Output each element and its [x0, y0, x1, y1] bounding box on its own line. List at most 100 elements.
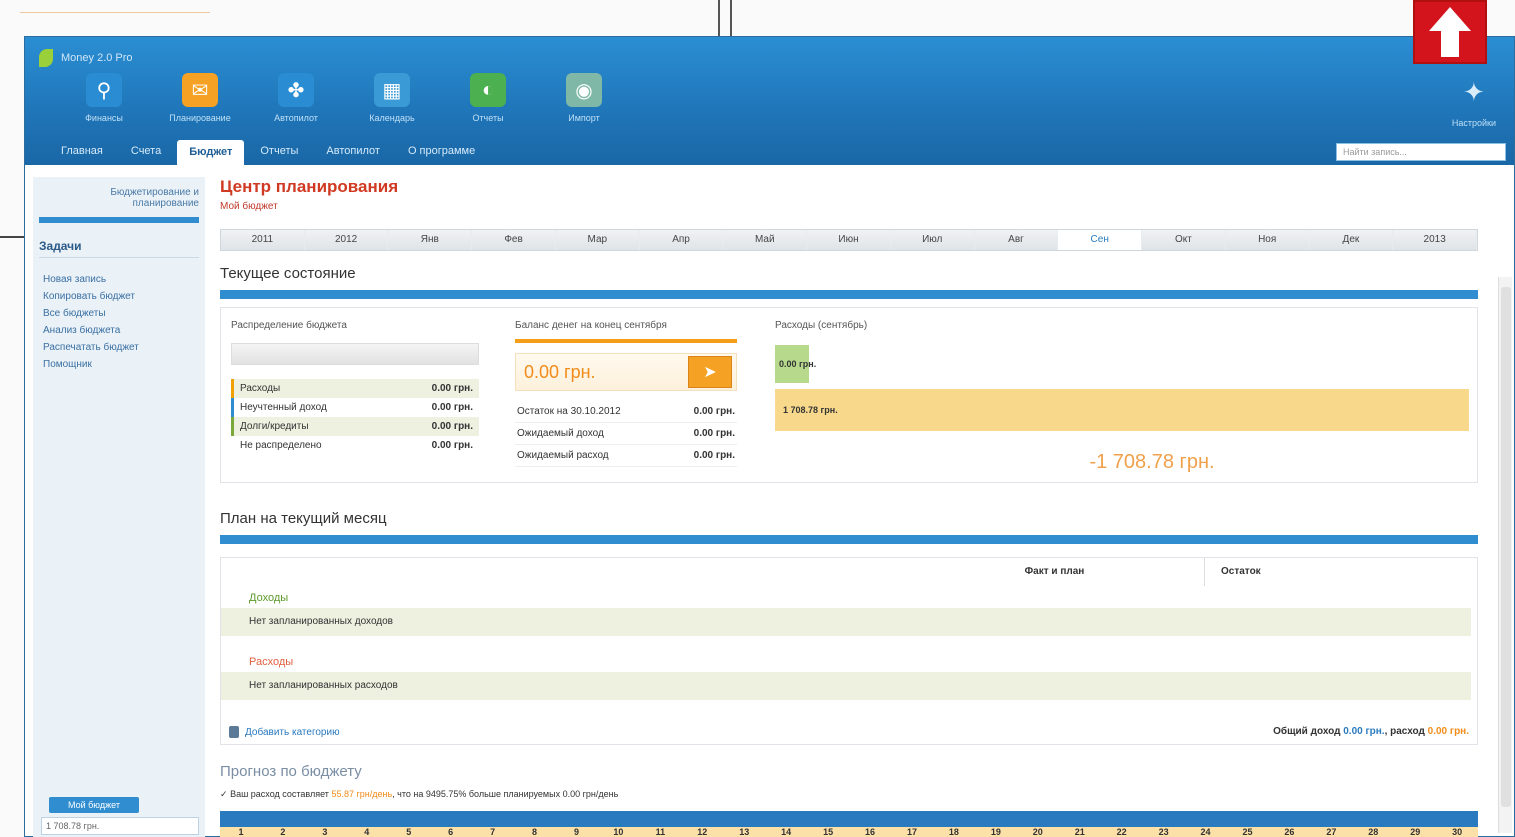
forecast-title: Прогноз по бюджету	[220, 763, 362, 780]
globe-icon: ◉	[566, 73, 602, 107]
app-window: Money 2.0 Pro ⚲ Финансы ✉ Планирование ✤…	[24, 36, 1515, 837]
column-header-remaining: Остаток	[1221, 566, 1261, 577]
month-tab[interactable]: Июл	[891, 230, 975, 250]
day-cell: 27	[1326, 827, 1337, 837]
toolbar-autopilot-button[interactable]: ✤ Автопилот	[257, 73, 335, 123]
sidebar-task-list: Новая запись Копировать бюджет Все бюдже…	[33, 262, 205, 382]
balance-heading: Баланс денег на конец сентября	[515, 320, 667, 331]
month-tab[interactable]: Авг	[975, 230, 1059, 250]
forecast-note: ✓ Ваш расход составляет 55.87 грн/день, …	[220, 789, 619, 799]
month-balance: Баланс денег на конец сентября 0.00 грн.…	[515, 320, 737, 467]
sidebar-divider	[39, 217, 199, 223]
month-tab[interactable]: 2012	[305, 230, 389, 250]
tab-autopilot[interactable]: Автопилот	[314, 140, 392, 165]
month-tab[interactable]: 2013	[1393, 230, 1478, 250]
distribution-list: Расходы 0.00 грн. Неучтенный доход 0.00 …	[231, 379, 479, 455]
expenses-heading: Расходы (сентябрь)	[775, 320, 868, 331]
day-cell: 22	[1116, 827, 1127, 837]
toolbar-calendar-button[interactable]: ▦ Календарь	[353, 73, 431, 123]
table-row: Нет запланированных расходов	[221, 672, 1471, 700]
month-tab[interactable]: Июн	[807, 230, 891, 250]
sidebar-item-print[interactable]: Распечатать бюджет	[43, 342, 195, 353]
page-subtitle: Мой бюджет	[220, 201, 278, 212]
scrollbar-thumb[interactable]	[1501, 287, 1511, 807]
day-cell: 15	[823, 827, 834, 837]
section-bar	[220, 535, 1478, 544]
month-tab[interactable]: Окт	[1142, 230, 1226, 250]
month-tab[interactable]: Дек	[1310, 230, 1394, 250]
day-cell: 6	[448, 827, 454, 837]
plan-totals: Общий доход 0.00 грн., расход 0.00 грн.	[1273, 726, 1469, 737]
month-tab[interactable]: Апр	[640, 230, 724, 250]
month-tab-active[interactable]: Сен	[1058, 230, 1143, 250]
toolbar-import-button[interactable]: ◉ Импорт	[545, 73, 623, 123]
list-item: Расходы 0.00 грн.	[231, 379, 479, 398]
settings-button[interactable]: ✦ Настройки	[1452, 77, 1496, 128]
day-cell: 3	[322, 827, 328, 837]
day-cell: 20	[1032, 827, 1043, 837]
day-cell: 25	[1242, 827, 1253, 837]
planned-expense-bar: 0.00 грн.	[775, 345, 816, 383]
month-tab[interactable]: Фев	[472, 230, 556, 250]
day-cell: 12	[697, 827, 708, 837]
day-cell: 7	[490, 827, 496, 837]
calendar-icon: ▦	[374, 73, 410, 107]
my-budget-button[interactable]: Мой бюджет	[49, 797, 139, 813]
budget-amount-field[interactable]: 1 708.78 грн.	[41, 817, 199, 835]
main-toolbar: ⚲ Финансы ✉ Планирование ✤ Автопилот ▦ К…	[65, 73, 623, 123]
page-title: Центр планирования	[220, 177, 399, 196]
main-content: Центр планирования Мой бюджет 2011 2012 …	[220, 177, 1482, 837]
tab-budget[interactable]: Бюджет	[177, 140, 245, 165]
toolbar-planning-button[interactable]: ✉ Планирование	[161, 73, 239, 123]
column-header-fact-plan: Факт и план	[905, 558, 1205, 586]
list-item: Неучтенный доход 0.00 грн.	[231, 398, 479, 417]
month-selector: 2011 2012 Янв Фев Мар Апр Май Июн Июл Ав…	[220, 229, 1478, 251]
day-cell: 17	[906, 827, 917, 837]
day-cell: 24	[1200, 827, 1211, 837]
add-category-button[interactable]: Добавить категорию	[229, 726, 340, 738]
nav-tabs: Главная Счета Бюджет Отчеты Автопилот О …	[49, 140, 487, 165]
sidebar-item-analysis[interactable]: Анализ бюджета	[43, 325, 195, 336]
tab-reports[interactable]: Отчеты	[248, 140, 310, 165]
sidebar-item-copy-budget[interactable]: Копировать бюджет	[43, 291, 195, 302]
budget-distribution: Распределение бюджета Расходы 0.00 грн. …	[231, 320, 479, 455]
expenses-month: Расходы (сентябрь) 0.00 грн. 1 708.78 гр…	[775, 320, 1469, 474]
toolbar-reports-button[interactable]: ◐ Отчеты	[449, 73, 527, 123]
month-tab[interactable]: Мар	[556, 230, 640, 250]
pie-icon: ◐	[470, 73, 506, 107]
day-cell: 28	[1368, 827, 1379, 837]
tab-accounts[interactable]: Счета	[119, 140, 173, 165]
window-title: Money 2.0 Pro	[39, 49, 133, 67]
tab-home[interactable]: Главная	[49, 140, 115, 165]
month-tab[interactable]: 2011	[221, 230, 305, 250]
month-tab[interactable]: Май	[723, 230, 808, 250]
month-tab[interactable]: Ноя	[1226, 230, 1310, 250]
day-cell: 23	[1158, 827, 1169, 837]
vertical-scrollbar[interactable]	[1498, 277, 1512, 833]
month-tab[interactable]: Янв	[388, 230, 473, 250]
day-cell: 5	[406, 827, 412, 837]
list-item: Ожидаемый расход 0.00 грн.	[515, 445, 737, 467]
day-cell: 13	[739, 827, 750, 837]
day-cell: 9	[573, 827, 579, 837]
sidebar: Бюджетирование и планирование Задачи Нов…	[33, 177, 205, 837]
search-input[interactable]: Найти запись...	[1336, 143, 1506, 161]
lock-icon	[229, 726, 239, 738]
header-bar: Money 2.0 Pro ⚲ Финансы ✉ Планирование ✤…	[25, 37, 1514, 165]
tab-about[interactable]: О программе	[396, 140, 487, 165]
toolbar-finance-button[interactable]: ⚲ Финансы	[65, 73, 143, 123]
day-cell: 8	[532, 827, 538, 837]
sidebar-item-new-entry[interactable]: Новая запись	[43, 274, 195, 285]
current-state-panel: Распределение бюджета Расходы 0.00 грн. …	[220, 307, 1478, 483]
list-item: Долги/кредиты 0.00 грн.	[231, 417, 479, 436]
sidebar-item-all-budgets[interactable]: Все бюджеты	[43, 308, 195, 319]
day-cell: 16	[865, 827, 876, 837]
day-cell: 26	[1284, 827, 1295, 837]
balance-details: Остаток на 30.10.2012 0.00 грн. Ожидаемы…	[515, 401, 737, 467]
background-line	[20, 12, 210, 22]
day-cell: 1	[238, 827, 244, 837]
day-cell: 10	[613, 827, 624, 837]
balance-action-button[interactable]: ➤	[688, 356, 732, 388]
list-item: Ожидаемый доход 0.00 грн.	[515, 423, 737, 445]
sidebar-item-helper[interactable]: Помощник	[43, 359, 195, 370]
